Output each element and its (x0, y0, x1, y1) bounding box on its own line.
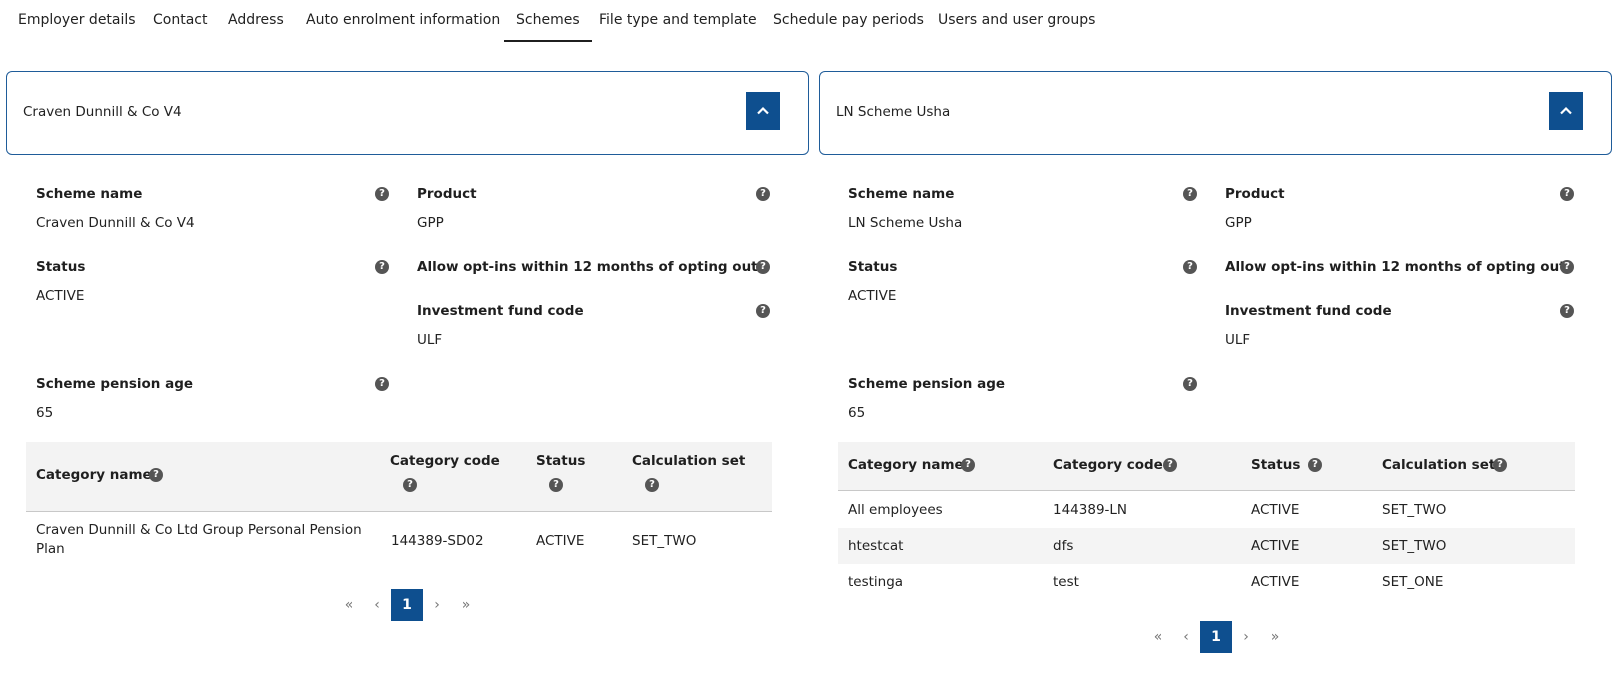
category-code-header: Category code (1053, 457, 1163, 473)
help-icon[interactable]: ? (549, 478, 563, 492)
allow-opt-ins-label: Allow opt-ins within 12 months of opting… (417, 259, 758, 275)
help-icon[interactable]: ? (403, 478, 417, 492)
first-page-button[interactable]: « (1149, 621, 1167, 653)
help-icon[interactable]: ? (756, 187, 770, 201)
tab-address[interactable]: Address (228, 0, 284, 42)
status-label: Status (848, 259, 898, 275)
help-icon[interactable]: ? (375, 187, 389, 201)
help-icon[interactable]: ? (375, 260, 389, 274)
scheme-pension-age-label: Scheme pension age (848, 376, 1006, 392)
scheme-panel-title: LN Scheme Usha (836, 104, 951, 120)
help-icon[interactable]: ? (149, 468, 163, 482)
category-name-cell-continued: Plan (36, 541, 65, 557)
status-value: ACTIVE (848, 288, 897, 304)
investment-fund-code-label: Investment fund code (1225, 303, 1392, 319)
next-page-button[interactable]: › (1237, 621, 1255, 653)
scheme-panel-title: Craven Dunnill & Co V4 (23, 104, 182, 120)
help-icon[interactable]: ? (1183, 260, 1197, 274)
scheme-pension-age-value: 65 (36, 405, 54, 421)
help-icon[interactable]: ? (1183, 377, 1197, 391)
product-value: GPP (417, 215, 444, 231)
help-icon[interactable]: ? (1560, 260, 1574, 274)
help-icon[interactable]: ? (1308, 458, 1322, 472)
scheme-name-value: LN Scheme Usha (848, 215, 963, 231)
table-row-band (838, 528, 1575, 564)
scheme-pension-age-value: 65 (848, 405, 866, 421)
category-code-cell: dfs (1053, 538, 1074, 554)
last-page-button[interactable]: » (457, 589, 475, 621)
collapse-button[interactable] (1549, 92, 1583, 130)
calculation-set-cell: SET_ONE (1382, 574, 1444, 590)
calculation-set-header: Calculation set (632, 453, 746, 469)
help-icon[interactable]: ? (756, 304, 770, 318)
product-label: Product (1225, 186, 1285, 202)
scheme-pension-age-label: Scheme pension age (36, 376, 194, 392)
status-cell: ACTIVE (536, 533, 585, 549)
scheme-name-value: Craven Dunnill & Co V4 (36, 215, 195, 231)
calculation-set-cell: SET_TWO (1382, 538, 1447, 554)
last-page-button[interactable]: » (1266, 621, 1284, 653)
scheme-name-label: Scheme name (848, 186, 955, 202)
investment-fund-code-label: Investment fund code (417, 303, 584, 319)
help-icon[interactable]: ? (1493, 458, 1507, 472)
category-name-header: Category name (848, 457, 964, 473)
help-icon[interactable]: ? (1183, 187, 1197, 201)
calculation-set-cell: SET_TWO (1382, 502, 1447, 518)
category-code-header: Category code (390, 453, 500, 469)
tab-schedule-pay-periods[interactable]: Schedule pay periods (773, 0, 924, 42)
collapse-button[interactable] (746, 92, 780, 130)
next-page-button[interactable]: › (428, 589, 446, 621)
previous-page-button[interactable]: ‹ (368, 589, 386, 621)
help-icon[interactable]: ? (375, 377, 389, 391)
help-icon[interactable]: ? (756, 260, 770, 274)
tab-auto-enrolment-information[interactable]: Auto enrolment information (306, 0, 500, 42)
first-page-button[interactable]: « (340, 589, 358, 621)
category-name-cell: htestcat (848, 538, 904, 554)
category-name-cell: testinga (848, 574, 904, 590)
tab-users-and-user-groups[interactable]: Users and user groups (938, 0, 1095, 42)
allow-opt-ins-label: Allow opt-ins within 12 months of opting… (1225, 259, 1566, 275)
status-header: Status (1251, 457, 1301, 473)
help-icon[interactable]: ? (1163, 458, 1177, 472)
tab-schemes[interactable]: Schemes (504, 0, 592, 42)
status-header: Status (536, 453, 586, 469)
help-icon[interactable]: ? (1560, 187, 1574, 201)
status-value: ACTIVE (36, 288, 85, 304)
tab-employer-details[interactable]: Employer details (18, 0, 136, 42)
category-code-cell: 144389-LN (1053, 502, 1128, 518)
chevron-up-icon (757, 106, 769, 115)
category-name-header: Category name (36, 467, 152, 483)
scheme-panel-header: LN Scheme Usha (819, 71, 1612, 155)
calculation-set-cell: SET_TWO (632, 533, 697, 549)
pagination: « ‹ 1 › » (340, 589, 480, 621)
help-icon[interactable]: ? (961, 458, 975, 472)
category-code-cell: test (1053, 574, 1079, 590)
help-icon[interactable]: ? (645, 478, 659, 492)
status-cell: ACTIVE (1251, 574, 1300, 590)
scheme-panel-header: Craven Dunnill & Co V4 (6, 71, 809, 155)
previous-page-button[interactable]: ‹ (1177, 621, 1195, 653)
scheme-name-label: Scheme name (36, 186, 143, 202)
category-code-cell: 144389-SD02 (391, 533, 484, 549)
tab-file-type-and-template[interactable]: File type and template (599, 0, 757, 42)
tab-contact[interactable]: Contact (153, 0, 207, 42)
current-page-button[interactable]: 1 (1200, 621, 1232, 653)
chevron-up-icon (1560, 106, 1572, 115)
pagination: « ‹ 1 › » (1149, 621, 1289, 653)
product-value: GPP (1225, 215, 1252, 231)
status-cell: ACTIVE (1251, 502, 1300, 518)
calculation-set-header: Calculation set (1382, 457, 1496, 473)
product-label: Product (417, 186, 477, 202)
category-name-cell: Craven Dunnill & Co Ltd Group Personal P… (36, 522, 362, 538)
help-icon[interactable]: ? (1560, 304, 1574, 318)
investment-fund-code-value: ULF (417, 332, 443, 348)
investment-fund-code-value: ULF (1225, 332, 1251, 348)
current-page-button[interactable]: 1 (391, 589, 423, 621)
category-name-cell: All employees (848, 502, 943, 518)
status-label: Status (36, 259, 86, 275)
status-cell: ACTIVE (1251, 538, 1300, 554)
